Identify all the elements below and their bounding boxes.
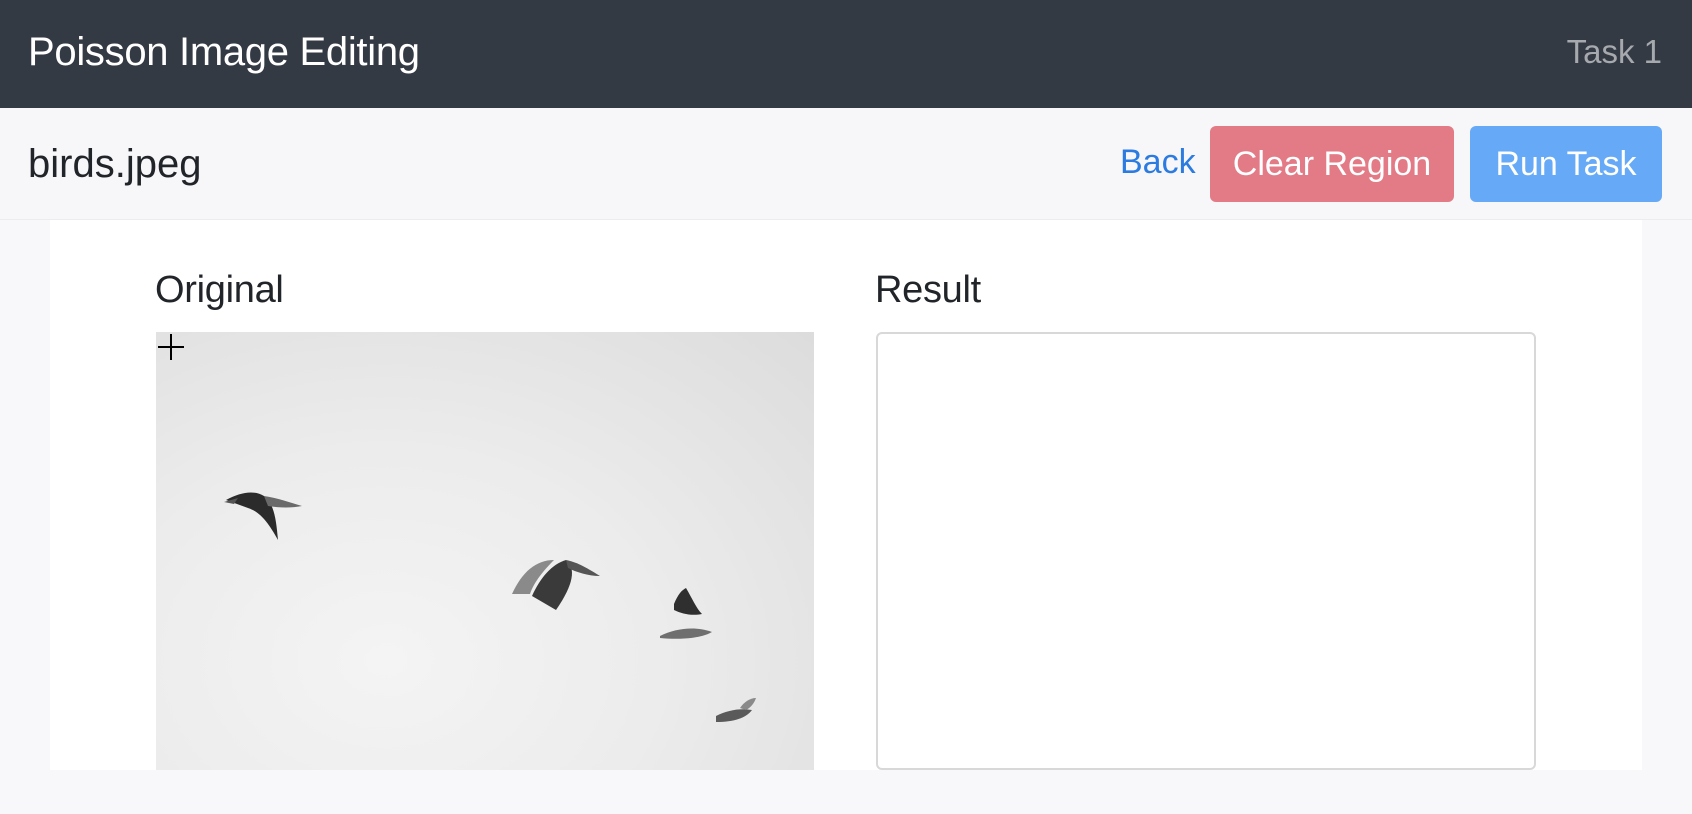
original-title: Original — [155, 269, 284, 311]
main-content: Original Result — [50, 220, 1642, 770]
result-canvas — [876, 332, 1536, 770]
back-link[interactable]: Back — [1120, 134, 1196, 190]
crosshair-icon — [158, 334, 184, 360]
bird-1 — [224, 492, 302, 540]
result-title: Result — [875, 269, 981, 311]
file-name: birds.jpeg — [28, 142, 202, 186]
toolbar: birds.jpeg Back Clear Region Run Task — [0, 108, 1692, 220]
run-task-button[interactable]: Run Task — [1470, 126, 1662, 202]
birds-photo — [224, 492, 756, 722]
original-image-canvas[interactable] — [156, 332, 814, 770]
app-header: Poisson Image Editing Task 1 — [0, 0, 1692, 108]
task-label: Task 1 — [1566, 33, 1662, 70]
app-title: Poisson Image Editing — [28, 30, 420, 74]
bird-3 — [660, 588, 712, 639]
clear-region-button[interactable]: Clear Region — [1210, 126, 1454, 202]
bird-4 — [716, 698, 756, 722]
bird-2 — [512, 560, 600, 610]
